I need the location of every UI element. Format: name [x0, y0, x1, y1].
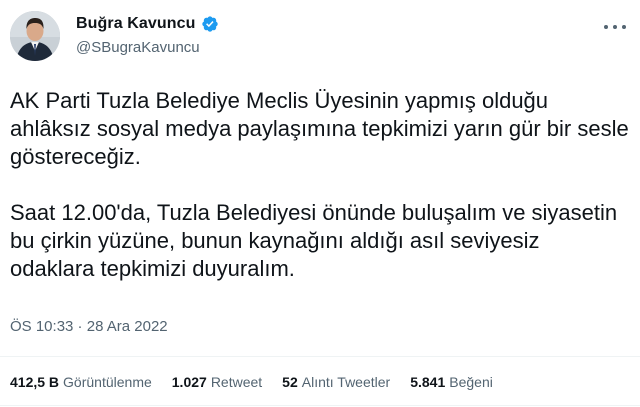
- divider: [0, 405, 640, 406]
- tweet-paragraph-2: Saat 12.00'da, Tuzla Belediyesi önünde b…: [10, 200, 618, 281]
- stat-value: 412,5 B: [10, 374, 60, 390]
- more-options-icon[interactable]: [604, 22, 626, 32]
- tweet-date: 28 Ara 2022: [86, 318, 168, 335]
- stat-label: Alıntı Tweetler: [301, 374, 391, 390]
- author-name[interactable]: Buğra Kavuncu: [76, 15, 196, 33]
- tweet-timestamp[interactable]: ÖS 10:33 · 28 Ara 2022: [10, 318, 168, 335]
- stat-value: 52: [282, 374, 298, 390]
- more-dot: [604, 25, 608, 29]
- avatar[interactable]: [10, 11, 60, 61]
- author-handle[interactable]: @SBugraKavuncu: [76, 39, 200, 56]
- stat-label: Beğeni: [449, 374, 493, 390]
- avatar-image: [10, 11, 60, 61]
- divider: [0, 356, 640, 357]
- tweet-paragraph-1: AK Parti Tuzla Belediye Meclis Üyesinin …: [10, 88, 629, 169]
- author-name-row: Buğra Kavuncu: [76, 13, 219, 35]
- more-dot: [613, 25, 617, 29]
- more-dot: [622, 25, 626, 29]
- tweet-card: Buğra Kavuncu @SBugraKavuncu AK Parti Tu…: [0, 0, 640, 407]
- verified-badge-icon: [201, 15, 219, 33]
- stat-value: 1.027: [171, 374, 207, 390]
- tweet-text: AK Parti Tuzla Belediye Meclis Üyesinin …: [10, 87, 630, 283]
- stat-label: Retweet: [210, 374, 263, 390]
- tweet-time: ÖS 10:33: [10, 318, 74, 335]
- tweet-stats: 412,5 B Görüntülenme 1.027 Retweet 52 Alınt…: [10, 374, 513, 390]
- stat-likes[interactable]: 5.841 Beğeni: [410, 374, 493, 390]
- stat-quote-tweets[interactable]: 52 Alıntı Tweetler: [282, 374, 390, 390]
- stat-retweets[interactable]: 1.027 Retweet: [172, 374, 262, 390]
- stat-label: Görüntülenme: [63, 374, 152, 390]
- meta-separator: ·: [73, 318, 87, 335]
- stat-views[interactable]: 412,5 B Görüntülenme: [10, 374, 152, 390]
- stat-value: 5.841: [410, 374, 446, 390]
